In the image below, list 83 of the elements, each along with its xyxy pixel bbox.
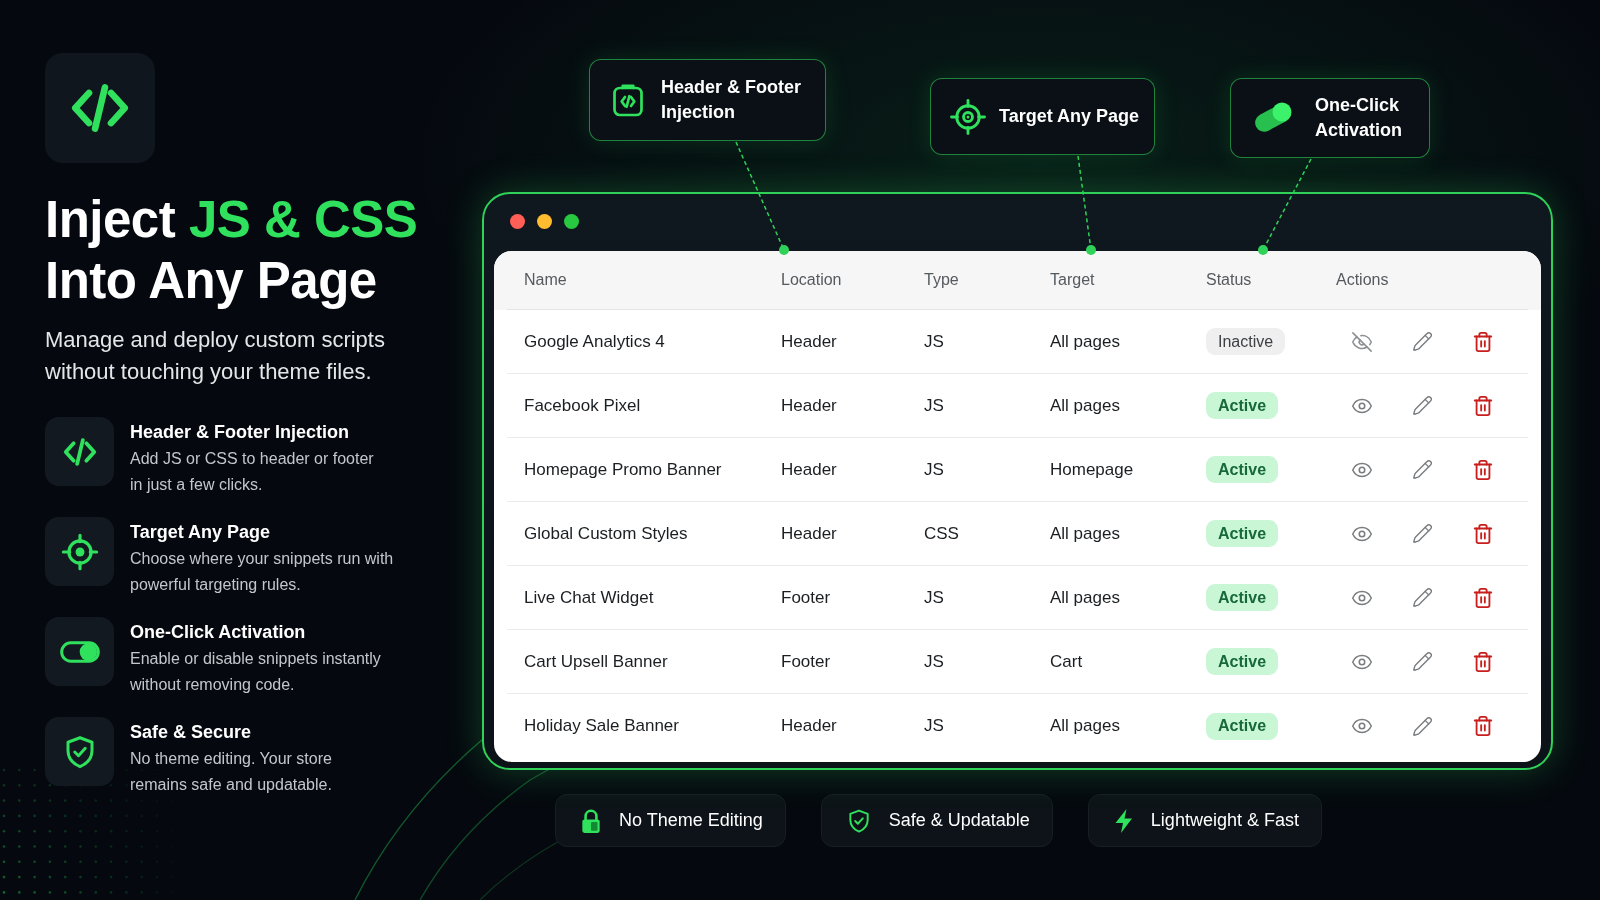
table-cell: JS — [924, 587, 944, 607]
column-header: Location — [781, 271, 842, 288]
table-cell: Google Analytics 4 — [524, 331, 665, 351]
feature-title: Safe & Secure — [130, 721, 252, 744]
table-cell: Header — [781, 331, 837, 351]
pencil-icon[interactable] — [1412, 331, 1433, 352]
status-badge: Active — [1206, 712, 1279, 740]
callout-label: One-Click Activation — [1315, 94, 1402, 142]
pencil-icon[interactable] — [1412, 523, 1433, 544]
status-badge: Active — [1206, 648, 1279, 675]
trash-icon[interactable] — [1472, 522, 1494, 545]
crosshair-icon — [950, 98, 986, 135]
table-cell: Header — [781, 459, 837, 479]
lock-icon — [580, 807, 602, 834]
trash-icon[interactable] — [1472, 586, 1494, 609]
column-header: Type — [924, 271, 959, 288]
table-cell: All pages — [1050, 523, 1120, 543]
trash-icon[interactable] — [1472, 650, 1494, 673]
pencil-icon[interactable] — [1412, 651, 1433, 672]
status-badge: Active — [1206, 584, 1279, 611]
table-cell: Cart Upsell Banner — [524, 651, 668, 671]
window-minimize-icon[interactable] — [537, 214, 552, 229]
column-header: Status — [1206, 271, 1252, 288]
table-cell: Global Custom Styles — [524, 523, 688, 543]
column-header: Name — [524, 271, 567, 288]
table-cell: Cart — [1050, 651, 1083, 671]
badge-label: No Theme Editing — [619, 809, 763, 832]
code-icon — [45, 417, 114, 486]
table-cell: JS — [924, 651, 944, 671]
feature-title: One-Click Activation — [130, 621, 306, 644]
pencil-icon[interactable] — [1412, 587, 1433, 608]
table-cell: Live Chat Widget — [524, 587, 654, 607]
table-cell: All pages — [1050, 587, 1120, 607]
code-document-icon — [610, 82, 646, 118]
status-badge: Inactive — [1206, 328, 1286, 355]
table-cell: All pages — [1050, 395, 1120, 415]
table-cell: JS — [924, 395, 944, 415]
column-header: Target — [1050, 271, 1095, 288]
table-cell: Homepage Promo Banner — [524, 459, 722, 479]
badge-label: Safe & Updatable — [888, 809, 1030, 832]
table-cell: All pages — [1050, 716, 1120, 736]
window-close-icon[interactable] — [510, 214, 525, 229]
shield-check-icon — [45, 717, 114, 786]
crosshair-icon — [45, 517, 114, 586]
headline: Inject JS & CSS Into Any Page — [45, 190, 418, 311]
subtitle: Manage and deploy custom scripts without touching your theme files. — [45, 326, 385, 386]
trash-icon[interactable] — [1472, 458, 1494, 481]
pencil-icon[interactable] — [1412, 395, 1433, 416]
eye-off-icon[interactable] — [1351, 330, 1373, 353]
table-cell: Holiday Sale Banner — [524, 716, 679, 736]
table-cell: JS — [924, 459, 944, 479]
feature-description: Enable or disable snippets instantly without removing code. — [130, 649, 381, 695]
status-badge: Active — [1206, 456, 1279, 483]
table-cell: CSS — [924, 523, 959, 543]
feature-title: Header & Footer Injection — [130, 421, 350, 444]
code-icon — [45, 53, 155, 163]
badge-label: Lightweight & Fast — [1150, 809, 1299, 832]
feature-description: Choose where your snippets run with powerful targeting rules. — [130, 549, 394, 595]
trash-icon[interactable] — [1472, 715, 1494, 737]
toggle-icon — [45, 617, 114, 686]
status-badge: Active — [1206, 520, 1279, 547]
column-header: Actions — [1336, 271, 1389, 288]
table-cell: Header — [781, 716, 837, 736]
table-cell: Footer — [781, 587, 831, 607]
trash-icon[interactable] — [1472, 394, 1494, 417]
pencil-icon[interactable] — [1412, 715, 1433, 737]
status-badge: Active — [1206, 392, 1279, 419]
table-cell: Footer — [781, 651, 831, 671]
feature-title: Target Any Page — [130, 521, 271, 544]
table-cell: Header — [781, 523, 837, 543]
table-cell: Facebook Pixel — [524, 395, 641, 415]
trash-icon[interactable] — [1472, 330, 1494, 353]
feature-description: Add JS or CSS to header or footer in just a few clicks. — [130, 449, 374, 495]
callout-label: Header & Footer Injection — [661, 76, 802, 124]
table-cell: Homepage — [1050, 459, 1134, 479]
callout-label: Target Any Page — [999, 105, 1140, 128]
pencil-icon[interactable] — [1412, 459, 1433, 480]
window-maximize-icon[interactable] — [564, 214, 579, 229]
feature-description: No theme editing. Your store remains safe and updatable. — [130, 749, 332, 795]
table-cell: All pages — [1050, 331, 1120, 351]
table-cell: JS — [924, 331, 944, 351]
table-cell: Header — [781, 395, 837, 415]
table-cell: JS — [924, 716, 944, 736]
